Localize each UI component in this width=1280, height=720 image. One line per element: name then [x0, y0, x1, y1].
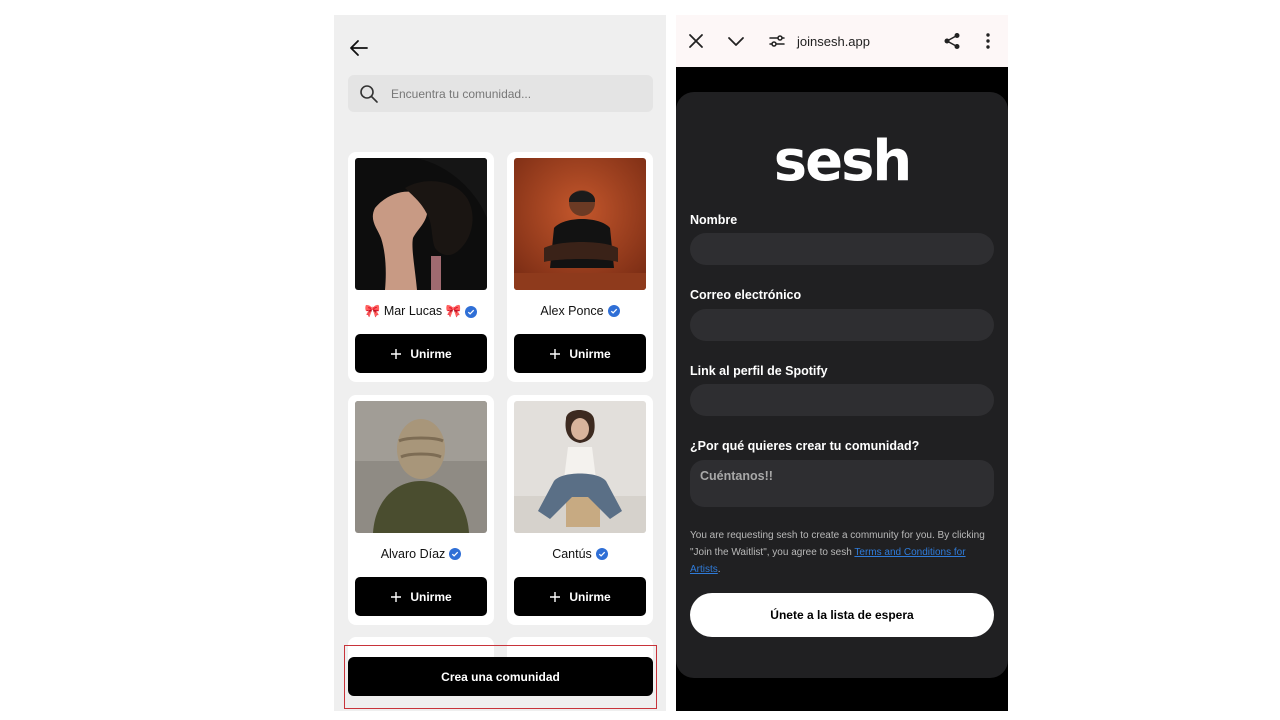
artist-name-text: 🎀 Mar Lucas 🎀 [364, 304, 462, 318]
name-label: Nombre [690, 213, 738, 227]
plus-icon [391, 348, 402, 359]
community-card[interactable]: Alex Ponce Unirme [507, 152, 653, 382]
join-button[interactable]: Unirme [355, 334, 487, 373]
verified-badge-icon [595, 548, 608, 560]
email-label: Correo electrónico [690, 288, 802, 302]
sesh-logo: sesh [776, 129, 908, 190]
artist-name: Alvaro Díaz [348, 547, 494, 561]
url-text[interactable]: joinsesh.app [797, 34, 870, 49]
join-waitlist-button[interactable]: Únete a la lista de espera [690, 593, 994, 637]
legal-end: . [717, 564, 721, 575]
join-label: Unirme [410, 346, 452, 361]
sesh-waitlist-screen: joinsesh.app sesh Nombre Correo electrón… [676, 15, 1008, 711]
artist-name: Cantús [507, 547, 653, 561]
artist-photo-cantus [514, 401, 646, 533]
browser-toolbar: joinsesh.app [676, 15, 1008, 67]
artist-name-text: Alex Ponce [540, 304, 604, 318]
join-label: Unirme [410, 589, 452, 604]
search-input[interactable] [391, 86, 631, 101]
chevron-down-icon[interactable] [727, 32, 745, 50]
create-community-highlight: Crea una comunidad [344, 645, 657, 709]
why-textarea[interactable]: Cuéntanos!! [690, 460, 994, 507]
why-label: ¿Por qué quieres crear tu comunidad? [690, 439, 920, 453]
artist-photo-mar-lucas [355, 158, 487, 290]
site-settings-icon[interactable] [768, 32, 786, 50]
artist-name: Alex Ponce [507, 304, 653, 318]
artist-photo-alvaro-diaz [355, 401, 487, 533]
verified-badge-icon [449, 548, 462, 560]
join-label: Unirme [569, 346, 611, 361]
close-icon[interactable] [687, 32, 705, 50]
artist-name-text: Alvaro Díaz [380, 547, 446, 561]
artist-name: 🎀 Mar Lucas 🎀 [348, 304, 494, 319]
join-button[interactable]: Unirme [514, 334, 646, 373]
legal-disclaimer: You are requesting sesh to create a comm… [690, 527, 990, 578]
artist-name-text: Cantús [552, 547, 592, 561]
svg-text:sesh: sesh [776, 129, 908, 190]
plus-icon [550, 348, 561, 359]
join-button[interactable]: Unirme [514, 577, 646, 616]
search-bar[interactable] [348, 75, 653, 112]
why-placeholder: Cuéntanos!! [700, 469, 773, 483]
email-field[interactable] [690, 309, 994, 341]
artist-photo-alex-ponce [514, 158, 646, 290]
verified-badge-icon [607, 305, 620, 317]
join-label: Unirme [569, 589, 611, 604]
search-icon [360, 84, 378, 103]
community-card[interactable]: Cantús Unirme [507, 395, 653, 625]
plus-icon [391, 591, 402, 602]
verified-badge-icon [465, 305, 478, 318]
more-options-icon[interactable] [979, 32, 997, 50]
community-card[interactable]: 🎀 Mar Lucas 🎀 Unirme [348, 152, 494, 382]
spotify-label: Link al perfil de Spotify [690, 364, 828, 378]
join-button[interactable]: Unirme [355, 577, 487, 616]
share-icon[interactable] [943, 32, 961, 50]
back-arrow-icon[interactable] [348, 37, 370, 59]
waitlist-form-panel: sesh Nombre Correo electrónico Link al p… [676, 92, 1008, 678]
spotify-link-field[interactable] [690, 384, 994, 416]
name-field[interactable] [690, 233, 994, 265]
communities-screen: 🎀 Mar Lucas 🎀 Unirme Alex Ponce [334, 15, 666, 711]
create-community-label: Crea una comunidad [441, 669, 560, 684]
join-waitlist-label: Únete a la lista de espera [770, 608, 914, 622]
community-card[interactable]: Alvaro Díaz Unirme [348, 395, 494, 625]
plus-icon [550, 591, 561, 602]
create-community-button[interactable]: Crea una comunidad [348, 657, 653, 696]
